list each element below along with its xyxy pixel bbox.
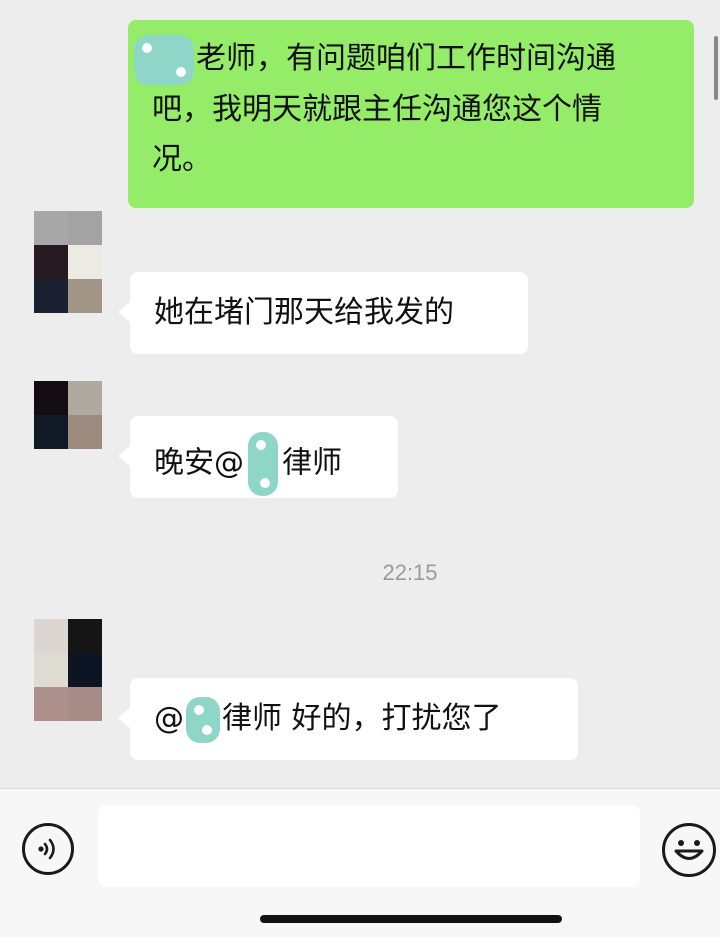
voice-wave-icon (38, 838, 55, 860)
avatar-pixel (34, 415, 68, 449)
message-line: 吧，我明天就跟主任沟通您这个情 (134, 85, 676, 135)
timestamp: 22:15 (382, 560, 438, 585)
message-input[interactable] (98, 805, 640, 887)
avatar-pixel (68, 619, 102, 653)
redacted-name (134, 34, 194, 85)
incoming-message-bubble[interactable]: 晚安@ 律师 (130, 416, 398, 498)
avatar-pixel (68, 415, 102, 449)
avatar-pixel (34, 381, 68, 415)
message-text: 况。 (152, 141, 212, 177)
avatar-pixel (34, 619, 68, 653)
smiley-face-icon (674, 840, 704, 860)
message-line: 老师，有问题咱们工作时间沟通 (134, 34, 676, 85)
emoji-icon[interactable] (662, 823, 716, 877)
avatar-pixel (34, 211, 68, 245)
avatar[interactable] (34, 619, 102, 721)
avatar-pixel (34, 653, 68, 687)
avatar-pixel (68, 687, 102, 721)
message-line: 况。 (134, 135, 676, 185)
home-indicator[interactable] (260, 915, 562, 923)
avatar[interactable] (34, 381, 102, 449)
message-text: 律师 (282, 445, 342, 481)
avatar-pixel (68, 245, 102, 279)
redacted-name (248, 432, 278, 496)
message-text: 她在堵门那天给我发的 (154, 295, 454, 330)
avatar-pixel (68, 279, 102, 313)
voice-icon[interactable] (22, 823, 74, 875)
message-text: 律师 好的，打扰您了 (222, 701, 502, 736)
redacted-name (186, 696, 220, 743)
avatar-pixel (34, 279, 68, 313)
message-text: 老师，有问题咱们工作时间沟通 (196, 41, 616, 76)
incoming-message-bubble[interactable]: 她在堵门那天给我发的 (130, 272, 528, 354)
message-text: @ (154, 701, 184, 736)
avatar-pixel (34, 687, 68, 721)
message-text: 吧，我明天就跟主任沟通您这个情 (152, 91, 602, 127)
chat-area[interactable]: 老师，有问题咱们工作时间沟通 吧，我明天就跟主任沟通您这个情 况。 她在堵门那天… (0, 0, 720, 788)
scroll-indicator[interactable] (714, 36, 718, 100)
message-text: 晚安@ (154, 445, 244, 481)
avatar-pixel (34, 245, 68, 279)
avatar[interactable] (34, 211, 102, 313)
bubble-tail (118, 302, 130, 322)
avatar-pixel (68, 211, 102, 245)
avatar-pixel (68, 381, 102, 415)
bubble-tail (118, 446, 130, 466)
outgoing-message-bubble[interactable]: 老师，有问题咱们工作时间沟通 吧，我明天就跟主任沟通您这个情 况。 (128, 20, 694, 208)
avatar-pixel (68, 653, 102, 687)
bubble-tail (118, 708, 130, 728)
incoming-message-bubble[interactable]: @ 律师 好的，打扰您了 (130, 678, 578, 760)
